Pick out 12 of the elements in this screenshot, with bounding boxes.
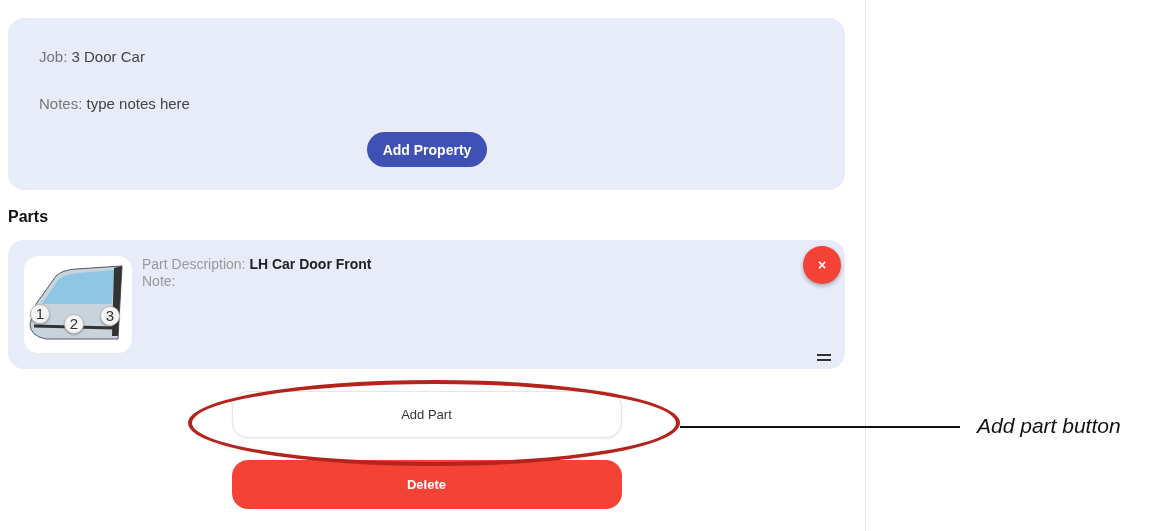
delete-button[interactable]: Delete: [231, 460, 622, 509]
remove-button[interactable]: ×: [803, 246, 841, 284]
number-marker: 1: [30, 304, 50, 324]
drag-handle-icon[interactable]: [817, 354, 831, 361]
note-label: Note:: [142, 273, 177, 290]
field-text: Job: 3 Door Car: [39, 48, 145, 65]
add-part-button[interactable]: Add Part: [231, 391, 622, 438]
field-text: Notes: type notes here: [39, 95, 190, 112]
annotation-label: Add part button: [977, 414, 1121, 438]
add-property-button[interactable]: Add Property: [366, 132, 488, 167]
parts-heading: Parts: [8, 208, 50, 226]
part-description: Part Description: LH Car Door Front: [142, 256, 372, 273]
